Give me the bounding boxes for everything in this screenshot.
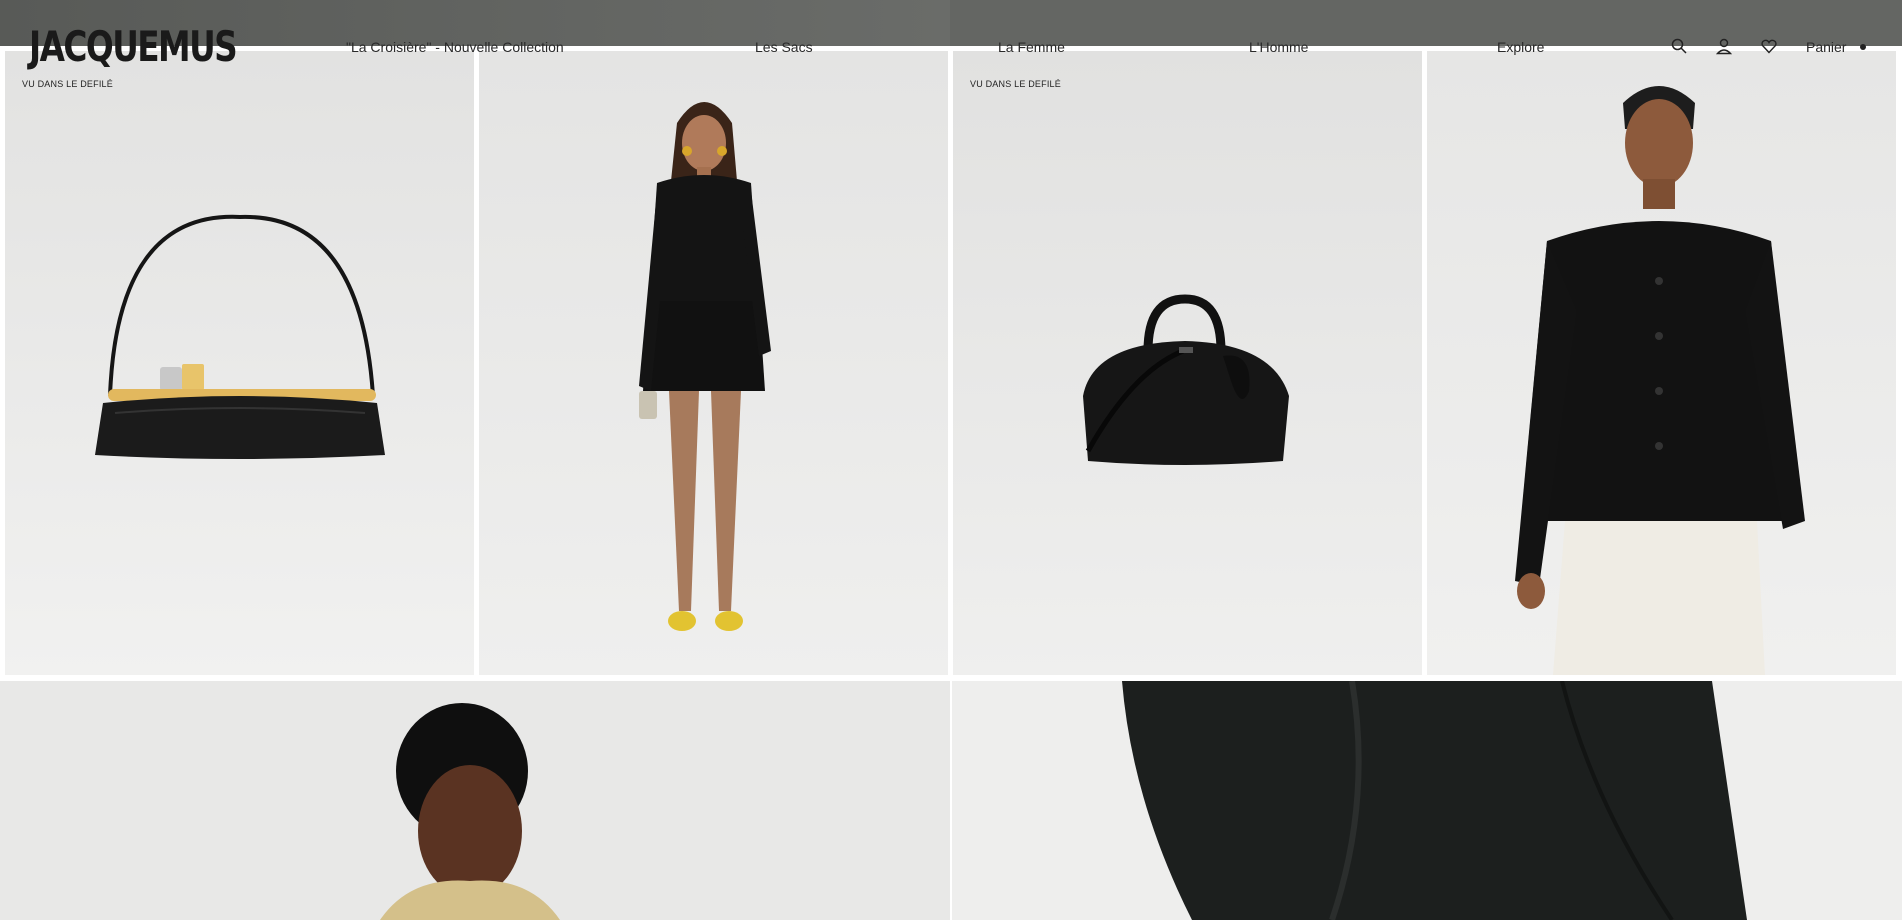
nav-link-collection[interactable]: "La Croisière" - Nouvelle Collection: [346, 39, 564, 55]
nav-link-bags[interactable]: Les Sacs: [755, 39, 813, 55]
nav-link-men[interactable]: L'Homme: [1249, 39, 1308, 55]
editorial-tile-man-yellow-jacket[interactable]: [0, 681, 950, 920]
wishlist-icon[interactable]: [1760, 37, 1778, 55]
cart-label: Panier: [1806, 39, 1847, 55]
product-image-clutch-bag: [5, 51, 474, 675]
editorial-tile-black-fabric[interactable]: [952, 681, 1902, 920]
search-icon[interactable]: [1670, 37, 1688, 55]
editorial-image-man-yellow-jacket: [0, 681, 950, 920]
product-image-black-dress: [479, 51, 948, 675]
product-grid: VU DANS LE DEFILÉ VU DANS LE DEFILÉ: [5, 51, 1897, 675]
product-image-knit-cardigan: [1427, 51, 1896, 675]
cart-link[interactable]: Panier: [1806, 39, 1867, 55]
product-card-black-dress[interactable]: [479, 51, 948, 675]
cart-indicator-dot: [1860, 44, 1867, 51]
site-header: JACQUEMUS "La Croisière" - Nouvelle Coll…: [0, 0, 1902, 96]
nav-link-women[interactable]: La Femme: [998, 39, 1065, 55]
product-card-knit-cardigan[interactable]: [1427, 51, 1896, 675]
editorial-image-black-fabric: [952, 681, 1902, 920]
account-icon[interactable]: [1715, 37, 1733, 55]
product-card-bowling-bag[interactable]: VU DANS LE DEFILÉ: [953, 51, 1422, 675]
nav-link-explore[interactable]: Explore: [1497, 39, 1544, 55]
product-image-bowling-bag: [953, 51, 1422, 675]
brand-logo[interactable]: JACQUEMUS: [29, 26, 238, 68]
product-card-clutch-bag[interactable]: VU DANS LE DEFILÉ: [5, 51, 474, 675]
